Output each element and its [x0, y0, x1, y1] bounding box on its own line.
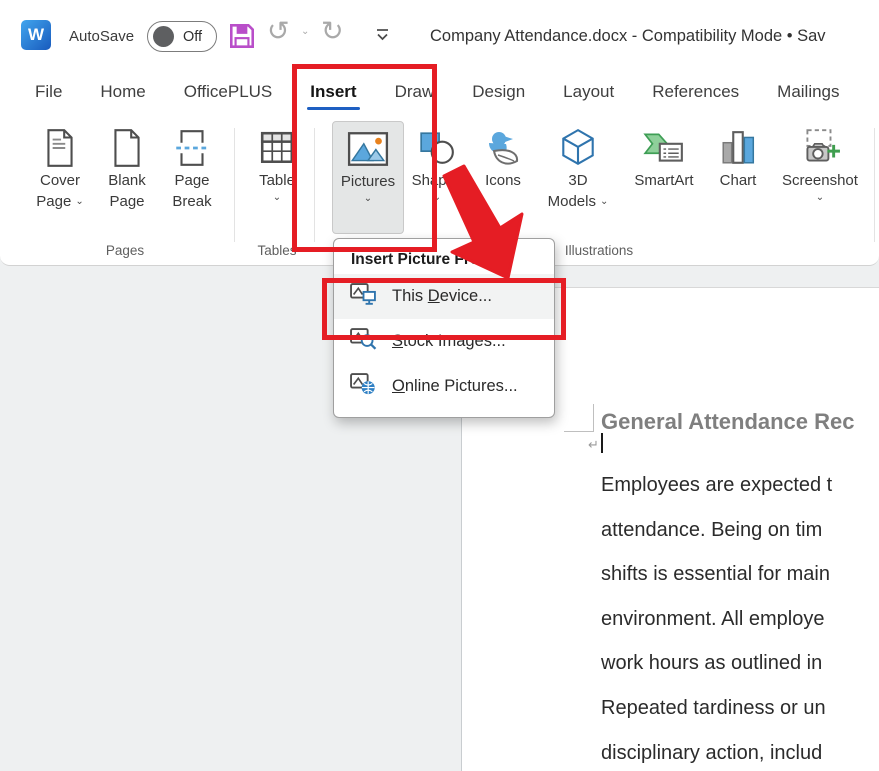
picture-globe-icon [350, 372, 377, 401]
customize-quick-access-toolbar-icon[interactable] [374, 27, 391, 47]
document-text-line: environment. All employe [601, 607, 825, 630]
page-break-icon [173, 126, 211, 170]
document-text-line: disciplinary action, includ [601, 741, 823, 764]
ribbon-tab-row: File Home OfficePLUS Insert Draw Design … [0, 70, 879, 114]
icons-label: Icons [485, 172, 521, 189]
document-text-line: Repeated tardiness or un [601, 696, 826, 719]
document-body-text: Employees are expected t attendance. Bei… [601, 463, 832, 771]
menu-item-this-device[interactable]: This Device... [334, 274, 554, 319]
tab-home[interactable]: Home [81, 70, 164, 114]
redo-icon[interactable]: ↻ [321, 14, 344, 48]
tab-references[interactable]: References [633, 70, 758, 114]
tab-layout[interactable]: Layout [544, 70, 633, 114]
shapes-label: Shapes [411, 172, 463, 189]
document-text-line: attendance. Being on tim [601, 518, 823, 541]
menu-item-stock-images[interactable]: Stock Images... [334, 319, 554, 364]
tab-insert[interactable]: Insert [291, 70, 375, 114]
chart-icon [719, 126, 757, 170]
margin-corner-mark [564, 431, 594, 432]
word-logo-icon: W [21, 20, 51, 50]
group-label-pages: Pages [105, 243, 145, 258]
document-text-line: work hours as outlined in [601, 652, 823, 675]
chevron-down-icon: ⌄ [272, 192, 282, 203]
chevron-down-icon: ⌄ [432, 192, 442, 203]
smartart-label: SmartArt [634, 172, 694, 189]
save-icon[interactable] [227, 21, 257, 56]
word-application-window: W AutoSave Off ↺ ⌄ ↻ Company Attendance.… [0, 0, 879, 771]
table-label: Table [259, 172, 295, 189]
smartart-icon [643, 126, 685, 170]
menu-item-online-pictures[interactable]: Online Pictures... [334, 364, 554, 409]
chevron-down-icon: ⌄ [363, 193, 373, 204]
table-button[interactable]: Table ⌄ [246, 126, 308, 204]
shapes-icon [418, 126, 456, 170]
tab-mailings[interactable]: Mailings [758, 70, 858, 114]
title-bar: W AutoSave Off ↺ ⌄ ↻ Company Attendance.… [0, 0, 879, 70]
page-break-label-line1: Page [174, 172, 210, 189]
blank-page-icon [109, 126, 145, 170]
table-icon [258, 126, 296, 170]
page-break-label-line2: Break [172, 193, 212, 210]
blank-page-button[interactable]: Blank Page [96, 126, 158, 212]
cover-page-label-line2: Page [36, 193, 72, 210]
menu-item-label: Stock Images... [392, 332, 506, 350]
document-title: Company Attendance.docx - Compatibility … [430, 27, 826, 45]
screenshot-button[interactable]: Screenshot ⌄ [772, 126, 868, 204]
cover-page-label-line1: Cover [39, 172, 80, 189]
chart-label: Chart [719, 172, 757, 189]
pictures-button[interactable]: Pictures ⌄ [332, 121, 404, 234]
chevron-down-icon: ⌄ [599, 196, 609, 207]
3d-models-label-line2: Models [547, 193, 596, 210]
group-divider [874, 128, 875, 242]
document-heading: General Attendance Rec [601, 409, 855, 434]
screenshot-icon [799, 126, 841, 170]
smartart-button[interactable]: SmartArt [616, 126, 712, 191]
tab-file[interactable]: File [16, 70, 81, 114]
page-break-button[interactable]: Page Break [160, 126, 224, 212]
cover-page-button[interactable]: Cover Page ⌄ [26, 126, 94, 212]
autosave-state: Off [183, 28, 203, 45]
chart-button[interactable]: Chart [710, 126, 766, 191]
pictures-icon [347, 127, 389, 171]
paragraph-mark-icon: ↵ [588, 437, 599, 452]
tab-draw[interactable]: Draw [376, 70, 454, 114]
group-divider [234, 128, 235, 242]
cover-page-icon [42, 126, 78, 170]
group-divider [314, 128, 315, 242]
3d-models-label-line1: 3D [568, 172, 588, 189]
picture-device-icon [350, 282, 377, 311]
chevron-down-icon: ⌄ [815, 192, 825, 203]
blank-page-label-line1: Blank [108, 172, 146, 189]
tab-officeplus[interactable]: OfficePLUS [165, 70, 292, 114]
tab-design[interactable]: Design [453, 70, 544, 114]
3d-models-button[interactable]: 3D Models ⌄ [542, 126, 614, 212]
undo-icon[interactable]: ↺ [267, 14, 290, 48]
group-label-illustrations: Illustrations [564, 243, 634, 258]
icons-icon [483, 126, 523, 170]
text-cursor [601, 433, 603, 453]
menu-header: Insert Picture From [351, 251, 494, 268]
document-text-line: Employees are expected t [601, 474, 833, 496]
document-text-line: shifts is essential for main [601, 563, 830, 586]
menu-item-label: Online Pictures... [392, 377, 518, 395]
icons-button[interactable]: Icons [472, 126, 534, 191]
margin-corner-mark [593, 404, 594, 432]
menu-item-label: This Device... [392, 287, 492, 305]
undo-dropdown-chevron-icon[interactable]: ⌄ [301, 26, 309, 37]
pictures-label: Pictures [340, 173, 396, 190]
screenshot-label: Screenshot [782, 172, 858, 189]
autosave-label: AutoSave [69, 28, 135, 45]
shapes-button[interactable]: Shapes ⌄ [404, 126, 470, 204]
toggle-knob-icon [153, 26, 174, 47]
chevron-down-icon: ⌄ [75, 196, 84, 207]
insert-picture-dropdown-menu: Insert Picture From This Device... Stock… [333, 238, 555, 418]
group-label-tables: Tables [257, 243, 297, 258]
picture-search-icon [350, 327, 377, 356]
blank-page-label-line2: Page [109, 193, 145, 210]
3d-cube-icon [559, 126, 597, 170]
autosave-toggle[interactable]: Off [147, 21, 217, 52]
